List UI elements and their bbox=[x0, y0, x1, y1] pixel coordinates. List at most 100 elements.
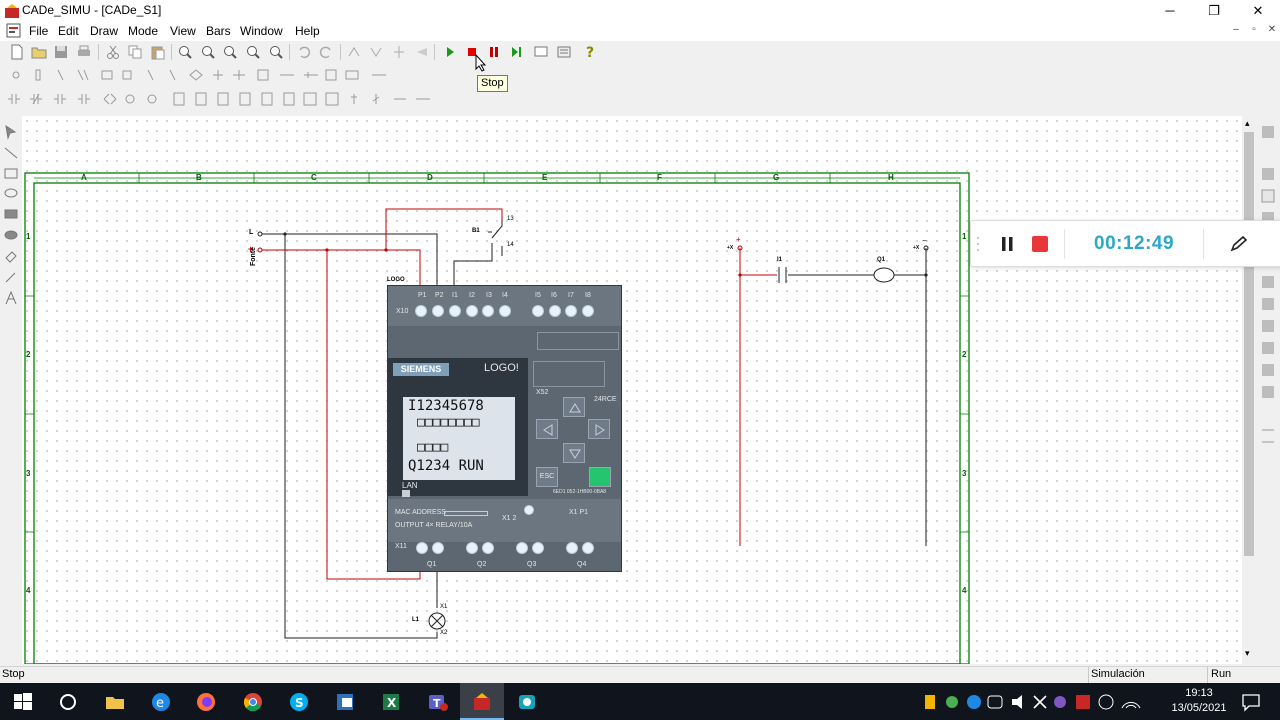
chrome-icon[interactable] bbox=[242, 691, 264, 713]
mdi-minimize-button[interactable]: – bbox=[1226, 24, 1246, 38]
close-button[interactable]: ✕ bbox=[1236, 0, 1280, 21]
scroll-up-icon[interactable]: ▴ bbox=[1245, 118, 1250, 129]
cade-simu-app-icon[interactable] bbox=[471, 691, 493, 713]
menu-file[interactable]: File bbox=[29, 24, 48, 38]
output-label: Q3 bbox=[527, 561, 537, 568]
logo-plc-module[interactable]: X10 P1 P2 I1 I2 I3 I4 I5 I6 I7 I8 SIEMEN… bbox=[387, 285, 622, 572]
ok-key[interactable] bbox=[589, 467, 611, 487]
output-screw bbox=[582, 542, 594, 554]
pause-recording-icon[interactable] bbox=[1000, 235, 1016, 253]
pause-icon[interactable] bbox=[486, 44, 502, 60]
status-mode: Simulación bbox=[1091, 668, 1145, 680]
circuit-wiring bbox=[257, 208, 929, 639]
taskbar-clock[interactable]: 19:13 13/05/2021 bbox=[1168, 686, 1230, 716]
mirror-icon[interactable] bbox=[391, 44, 407, 60]
stop-recording-button[interactable] bbox=[1032, 236, 1048, 252]
paste-icon[interactable] bbox=[150, 44, 166, 60]
left-key[interactable] bbox=[536, 419, 558, 439]
system-tray-icons[interactable] bbox=[922, 691, 1162, 713]
mouse-cursor-icon bbox=[475, 54, 487, 72]
open-folder-icon[interactable] bbox=[31, 44, 47, 60]
rotate-left-icon[interactable] bbox=[346, 44, 362, 60]
input-label: P1 bbox=[418, 292, 427, 299]
lcd-line-output-states: □□□□ bbox=[417, 440, 449, 455]
ladder-minus-label: − bbox=[922, 236, 927, 245]
output-screw bbox=[416, 542, 428, 554]
stop-tooltip: Stop bbox=[477, 75, 508, 92]
connector-top-label: X10 bbox=[396, 308, 409, 315]
excel-icon[interactable]: X bbox=[380, 691, 402, 713]
right-key[interactable] bbox=[588, 419, 610, 439]
vertical-scrollbar[interactable]: ▴ ▾ bbox=[1242, 116, 1256, 664]
draw-tools-icons[interactable] bbox=[3, 124, 19, 314]
menu-draw[interactable]: Draw bbox=[90, 24, 118, 38]
drawing-canvas[interactable]: A B C D E F G H 1 2 3 4 1 2 3 4 L + Font… bbox=[22, 116, 1242, 664]
new-file-icon[interactable] bbox=[9, 44, 25, 60]
terminal-screw bbox=[466, 305, 478, 317]
menu-view[interactable]: View bbox=[170, 24, 196, 38]
component-palette-icons[interactable] bbox=[1260, 124, 1276, 444]
skype-icon[interactable]: S bbox=[288, 691, 310, 713]
contact-palette-icons[interactable] bbox=[6, 91, 431, 107]
switch-label: B1 bbox=[472, 228, 480, 234]
menu-bars[interactable]: Bars bbox=[206, 24, 231, 38]
terminal-screw bbox=[532, 305, 544, 317]
arrow-down-icon bbox=[569, 449, 581, 459]
undo-icon[interactable] bbox=[296, 44, 312, 60]
lcd-line-outputs: Q1234 RUN bbox=[408, 458, 484, 474]
zoom-previous-icon[interactable] bbox=[268, 44, 284, 60]
symbol-palette-icons[interactable] bbox=[8, 67, 388, 83]
minimize-button[interactable]: ─ bbox=[1148, 0, 1192, 21]
run-icon[interactable] bbox=[442, 44, 458, 60]
monitor-icon[interactable] bbox=[533, 44, 549, 60]
redo-icon[interactable] bbox=[318, 44, 334, 60]
menu-mode[interactable]: Mode bbox=[128, 24, 158, 38]
help-icon[interactable]: ? bbox=[582, 44, 598, 60]
firefox-icon[interactable] bbox=[195, 691, 217, 713]
input-label: I2 bbox=[469, 292, 475, 299]
brand-badge: SIEMENS bbox=[393, 363, 449, 376]
menu-edit[interactable]: Edit bbox=[58, 24, 79, 38]
output-label: Q1 bbox=[427, 561, 437, 568]
menu-window[interactable]: Window bbox=[240, 24, 283, 38]
zoom-out-icon[interactable] bbox=[200, 44, 216, 60]
zoom-in-icon[interactable] bbox=[177, 44, 193, 60]
zoom-all-icon[interactable] bbox=[245, 44, 261, 60]
document-icon[interactable] bbox=[6, 23, 21, 38]
up-key[interactable] bbox=[563, 397, 585, 417]
notifications-icon[interactable] bbox=[1240, 691, 1262, 713]
pen-icon[interactable] bbox=[1229, 235, 1249, 253]
down-key[interactable] bbox=[563, 443, 585, 463]
teams-icon[interactable]: T bbox=[426, 691, 448, 713]
file-explorer-icon[interactable] bbox=[104, 691, 126, 713]
mdi-restore-button[interactable]: ▫ bbox=[1244, 24, 1264, 38]
edge-browser-icon[interactable]: e bbox=[150, 691, 172, 713]
input-label: I8 bbox=[585, 292, 591, 299]
menu-help[interactable]: Help bbox=[295, 24, 320, 38]
save-icon[interactable] bbox=[53, 44, 69, 60]
xs-label: X52 bbox=[536, 389, 549, 396]
output-screw bbox=[532, 542, 544, 554]
screen-recorder-app-icon[interactable] bbox=[516, 691, 538, 713]
output-screw bbox=[566, 542, 578, 554]
restore-button[interactable]: ❐ bbox=[1192, 0, 1236, 21]
mdi-close-button[interactable]: ✕ bbox=[1262, 24, 1280, 38]
print-icon[interactable] bbox=[76, 44, 92, 60]
rotate-right-icon[interactable] bbox=[368, 44, 384, 60]
windows-start-icon[interactable] bbox=[12, 691, 34, 713]
settings-icon[interactable] bbox=[556, 44, 572, 60]
scrollbar-thumb[interactable] bbox=[1244, 132, 1254, 556]
esc-key[interactable]: ESC bbox=[536, 467, 558, 487]
drag-handle-icon[interactable] bbox=[975, 235, 981, 253]
supply-source-label: Fonte bbox=[250, 246, 257, 266]
flip-icon[interactable] bbox=[414, 44, 430, 60]
zoom-window-icon[interactable] bbox=[222, 44, 238, 60]
copy-icon[interactable] bbox=[127, 44, 143, 60]
search-icon[interactable] bbox=[57, 691, 79, 713]
scroll-down-icon[interactable]: ▾ bbox=[1245, 648, 1250, 659]
lamp-x2-terminal: X2 bbox=[440, 630, 448, 636]
step-icon[interactable] bbox=[508, 44, 524, 60]
cut-icon[interactable] bbox=[105, 44, 121, 60]
app-icon bbox=[5, 4, 19, 18]
outlook-icon[interactable] bbox=[334, 691, 356, 713]
